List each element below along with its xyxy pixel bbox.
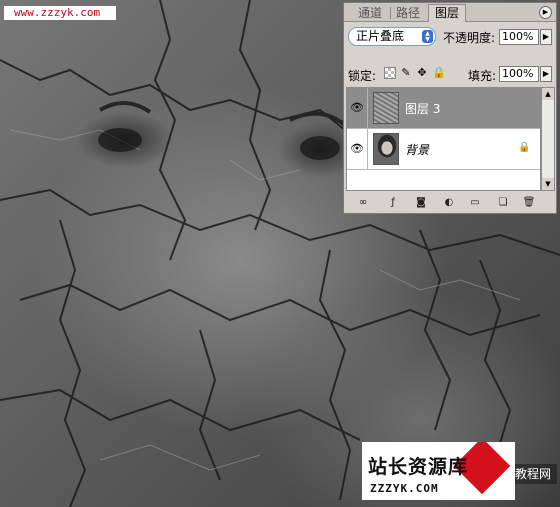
layer-thumbnail bbox=[373, 92, 399, 124]
layer-row-background[interactable]: 👁 背景 🔒 bbox=[347, 129, 540, 170]
logo-title: 站长资源库 bbox=[368, 456, 469, 478]
blend-mode-value: 正片叠底 bbox=[356, 29, 405, 43]
new-layer-icon[interactable]: ❏ bbox=[496, 197, 510, 209]
lock-all-icon[interactable]: 🔒 bbox=[432, 67, 446, 79]
tab-channels[interactable]: 通道 bbox=[358, 5, 382, 21]
panel-tab-bar: 通道 路径 图层 ▶ bbox=[344, 3, 556, 22]
tab-layers[interactable]: 图层 bbox=[428, 4, 467, 22]
layers-list: 👁 图层 3 👁 背景 🔒 bbox=[346, 87, 541, 191]
lock-position-icon[interactable]: ✥ bbox=[416, 67, 428, 79]
layer-name: 图层 3 bbox=[405, 102, 441, 116]
lock-image-pixels-icon[interactable]: ✎ bbox=[400, 67, 412, 79]
visibility-eye-icon[interactable]: 👁 bbox=[347, 88, 368, 128]
layer-locked-icon: 🔒 bbox=[518, 142, 531, 153]
lock-label: 锁定: bbox=[348, 69, 377, 83]
layer-name: 背景 bbox=[405, 143, 430, 157]
panel-menu-icon[interactable]: ▶ bbox=[539, 6, 552, 19]
scroll-up-icon[interactable]: ▲ bbox=[542, 88, 554, 100]
add-mask-icon[interactable]: ◙ bbox=[414, 197, 428, 209]
visibility-eye-icon[interactable]: 👁 bbox=[347, 129, 368, 169]
dropdown-arrows-icon: ▲ ▼ bbox=[422, 30, 433, 43]
layer-row-layer3[interactable]: 👁 图层 3 bbox=[347, 88, 540, 129]
opacity-slider-button[interactable]: ▶ bbox=[540, 29, 552, 45]
delete-layer-icon[interactable]: 🗑 bbox=[522, 197, 536, 209]
tab-paths[interactable]: 路径 bbox=[396, 5, 420, 21]
lock-transparency-icon[interactable] bbox=[384, 67, 396, 79]
watermark-url: www.zzzyk.com bbox=[4, 6, 116, 20]
layer-style-icon[interactable]: ƒ bbox=[386, 197, 400, 209]
logo-url: ZZZYK.COM bbox=[370, 482, 439, 495]
site-logo: 站长资源库 ZZZYK.COM bbox=[362, 442, 515, 500]
layers-panel: 通道 路径 图层 ▶ 正片叠底 ▲ ▼ 不透明度: 100% ▶ 锁定: ✎ ✥ … bbox=[343, 2, 557, 214]
tab-divider bbox=[390, 7, 391, 19]
blend-mode-select[interactable]: 正片叠底 ▲ ▼ bbox=[348, 27, 436, 46]
fill-label: 填充: bbox=[468, 69, 497, 83]
new-group-icon[interactable]: ▭ bbox=[468, 197, 482, 209]
scroll-down-icon[interactable]: ▼ bbox=[542, 178, 554, 190]
fill-slider-button[interactable]: ▶ bbox=[540, 66, 552, 82]
link-layers-icon[interactable]: ∞ bbox=[356, 197, 370, 209]
opacity-input[interactable]: 100% bbox=[499, 29, 539, 45]
panel-bottom-toolbar: ∞ ƒ ◙ ◐ ▭ ❏ 🗑 bbox=[344, 193, 556, 213]
opacity-label: 不透明度: bbox=[443, 31, 496, 45]
fill-input[interactable]: 100% bbox=[499, 66, 539, 82]
layers-scrollbar[interactable]: ▲ ▼ bbox=[541, 87, 555, 191]
adjustment-layer-icon[interactable]: ◐ bbox=[442, 197, 456, 209]
layer-thumbnail bbox=[373, 133, 399, 165]
logo-tail-text: 教程网 bbox=[515, 464, 557, 484]
